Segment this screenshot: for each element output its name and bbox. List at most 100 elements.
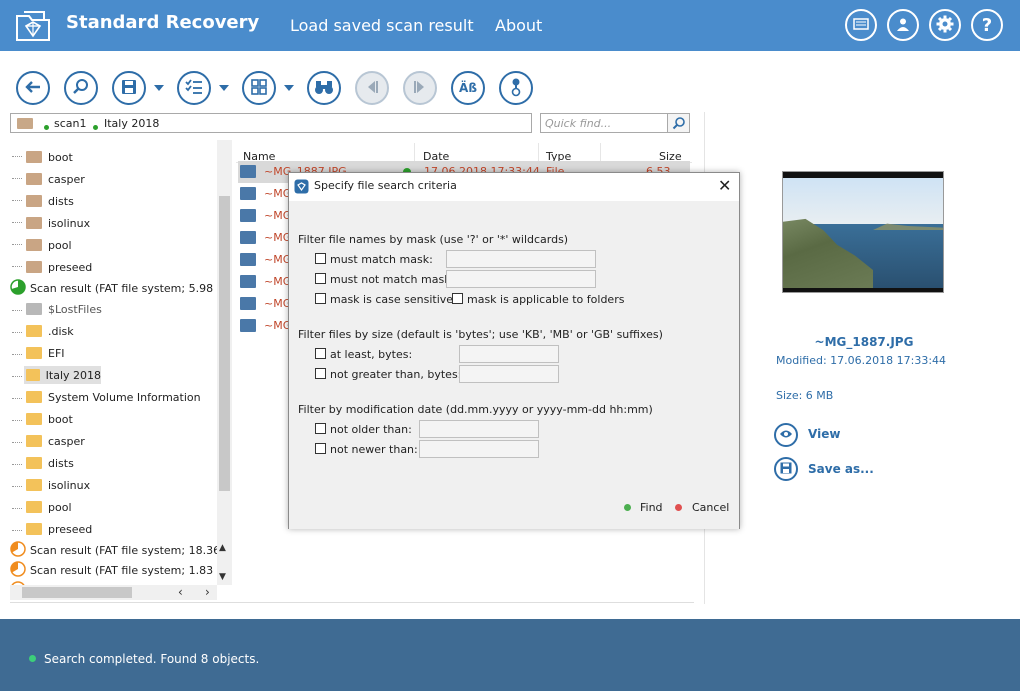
applicable-folders-checkbox[interactable] — [452, 293, 463, 304]
quick-find-button[interactable] — [667, 113, 690, 133]
settings-button[interactable] — [929, 9, 961, 41]
folder-tree[interactable]: boot casper dists isolinux pool preseed … — [0, 140, 232, 603]
applicable-folders-label: mask is applicable to folders — [467, 293, 625, 306]
mask-section-label: Filter file names by mask (use '?' or '*… — [298, 233, 569, 246]
save-as-link[interactable]: Save as... — [808, 462, 874, 476]
view-button[interactable] — [774, 423, 798, 447]
find-button[interactable] — [307, 71, 341, 105]
case-button[interactable]: Äß — [451, 71, 485, 105]
scroll-up-icon[interactable]: ▲ — [219, 543, 226, 553]
not-older-input[interactable] — [419, 420, 539, 438]
tree-item[interactable]: pool — [26, 236, 72, 254]
scroll-left-icon[interactable]: ‹ — [178, 585, 183, 599]
search-criteria-dialog[interactable]: Specify file search criteria ✕ Filter fi… — [288, 172, 740, 529]
case-icon: Äß — [459, 81, 477, 95]
must-match-checkbox[interactable] — [315, 253, 326, 264]
dialog-titlebar[interactable]: Specify file search criteria ✕ — [289, 173, 739, 201]
save-button[interactable] — [112, 71, 146, 105]
folder-icon — [26, 261, 42, 273]
image-preview[interactable] — [782, 171, 944, 293]
path-bar[interactable]: scan1 Italy 2018 — [10, 113, 532, 133]
status-text: Search completed. Found 8 objects. — [44, 652, 260, 666]
tree-item[interactable]: boot — [26, 410, 73, 428]
image-file-icon — [240, 253, 256, 266]
find-button[interactable]: Find — [640, 501, 663, 514]
at-least-label: at least, bytes: — [330, 348, 413, 361]
must-match-input[interactable] — [446, 250, 596, 268]
tree-item[interactable]: isolinux — [26, 476, 90, 494]
folder-icon — [26, 195, 42, 207]
search-icon — [72, 78, 90, 99]
status-dot — [93, 120, 98, 133]
binoculars-icon — [314, 79, 334, 98]
folder-icon — [26, 479, 42, 491]
not-newer-input[interactable] — [419, 440, 539, 458]
view-mode-button[interactable] — [242, 71, 276, 105]
breadcrumb-italy[interactable]: Italy 2018 — [104, 117, 159, 130]
must-not-match-checkbox[interactable] — [315, 273, 326, 284]
tree-item[interactable]: dists — [26, 454, 74, 472]
tree-item[interactable]: dists — [26, 192, 74, 210]
tree-scan-result[interactable]: Scan result (FAT file system; 18.36 GB — [10, 540, 232, 559]
not-older-label: not older than: — [330, 423, 412, 436]
image-file-icon — [240, 165, 256, 178]
not-newer-checkbox[interactable] — [315, 443, 326, 454]
scroll-right-icon[interactable]: › — [205, 585, 210, 599]
app-logo-icon — [14, 6, 52, 44]
cancel-button[interactable]: Cancel — [692, 501, 729, 514]
tree-vertical-scroll-thumb[interactable] — [219, 196, 230, 491]
quick-find-input[interactable]: Quick find... — [540, 113, 668, 133]
app-title: Standard Recovery — [66, 12, 260, 33]
case-sensitive-checkbox[interactable] — [315, 293, 326, 304]
scan-progress-icon — [10, 278, 26, 298]
tree-horizontal-scroll-thumb[interactable] — [22, 587, 132, 598]
view-mode-dropdown-arrow[interactable] — [284, 85, 294, 91]
display-button[interactable] — [845, 9, 877, 41]
previous-button[interactable] — [355, 71, 389, 105]
date-section-label: Filter by modification date (dd.mm.yyyy … — [298, 403, 653, 416]
tree-item[interactable]: preseed — [26, 520, 92, 538]
tree-scan-result[interactable]: Scan result (FAT file system; 1.83 GB ir — [10, 560, 232, 579]
must-not-match-input[interactable] — [446, 270, 596, 288]
save-dropdown-arrow[interactable] — [154, 85, 164, 91]
tree-item-selected[interactable]: Italy 2018 — [24, 366, 101, 384]
next-button[interactable] — [403, 71, 437, 105]
folder-icon — [26, 239, 42, 251]
scroll-down-icon[interactable]: ▼ — [219, 572, 226, 582]
nav-load-saved-scan[interactable]: Load saved scan result — [290, 16, 474, 35]
app-header: Standard Recovery Load saved scan result… — [0, 0, 1020, 51]
back-button[interactable] — [16, 71, 50, 105]
checklist-icon — [185, 78, 203, 98]
image-file-icon — [240, 319, 256, 332]
tree-item[interactable]: EFI — [26, 344, 65, 362]
tree-scan-result[interactable]: Scan result (FAT file system; 5.98 GB ir — [10, 278, 232, 298]
tree-item[interactable]: casper — [26, 170, 85, 188]
select-button[interactable] — [177, 71, 211, 105]
select-dropdown-arrow[interactable] — [219, 85, 229, 91]
tree-item[interactable]: pool — [26, 498, 72, 516]
tree-item[interactable]: isolinux — [26, 214, 90, 232]
preview-filename: ~MG_1887.JPG — [814, 335, 914, 349]
not-greater-checkbox[interactable] — [315, 368, 326, 379]
tree-item[interactable]: preseed — [26, 258, 92, 276]
tree-item[interactable]: .disk — [26, 322, 74, 340]
search-button[interactable] — [64, 71, 98, 105]
account-button[interactable] — [887, 9, 919, 41]
tree-item[interactable]: System Volume Information — [26, 388, 201, 406]
prev-icon — [365, 80, 379, 97]
not-older-checkbox[interactable] — [315, 423, 326, 434]
tree-item[interactable]: casper — [26, 432, 85, 450]
help-button[interactable]: ? — [971, 9, 1003, 41]
preview-size: Size: 6 MB — [776, 389, 834, 402]
breadcrumb-scan1[interactable]: scan1 — [54, 117, 87, 130]
at-least-input[interactable] — [459, 345, 559, 363]
at-least-checkbox[interactable] — [315, 348, 326, 359]
reset-button[interactable] — [499, 71, 533, 105]
not-greater-input[interactable] — [459, 365, 559, 383]
tree-item[interactable]: $LostFiles — [26, 300, 102, 318]
close-icon[interactable]: ✕ — [718, 176, 731, 195]
save-as-button[interactable] — [774, 457, 798, 481]
nav-about[interactable]: About — [495, 16, 542, 35]
tree-item[interactable]: boot — [26, 148, 73, 166]
view-link[interactable]: View — [808, 427, 840, 441]
